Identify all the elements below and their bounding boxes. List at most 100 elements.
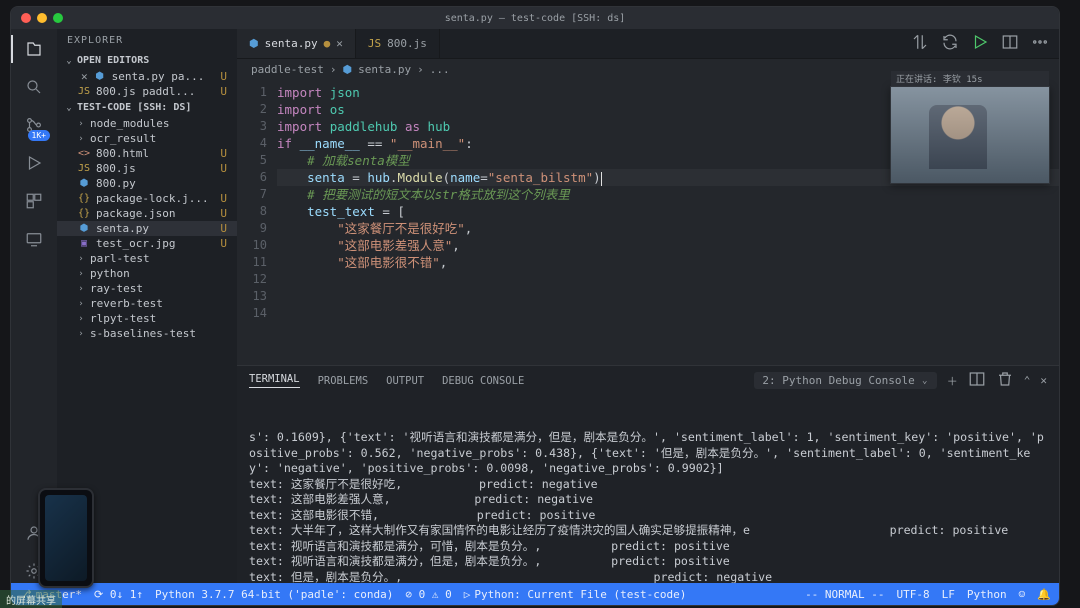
zoom-icon[interactable] — [53, 13, 63, 23]
git-status: U — [220, 147, 233, 160]
phone-overlay — [38, 488, 94, 588]
git-status: U — [220, 222, 233, 235]
file-label: python — [90, 267, 130, 280]
status-python[interactable]: Python 3.7.7 64-bit ('padle': conda) — [155, 588, 393, 601]
file-label: ray-test — [90, 282, 143, 295]
extensions-icon[interactable] — [22, 189, 46, 213]
git-status: U — [220, 237, 233, 250]
editor-tabbar: ⬢senta.py●✕JS800.js — [237, 29, 1059, 59]
git-status: U — [220, 207, 233, 220]
terminal-content[interactable]: s': 0.1609}, {'text': '视听语言和演技都是满分，但是，剧本… — [237, 395, 1059, 583]
file-item[interactable]: ▣test_ocr.jpgU — [57, 236, 237, 251]
more-icon[interactable] — [1031, 33, 1049, 54]
git-status: U — [220, 70, 233, 83]
run-debug-icon[interactable] — [22, 151, 46, 175]
tab-problems[interactable]: PROBLEMS — [318, 375, 369, 387]
file-label: s-baselines-test — [90, 327, 196, 340]
line-gutter: 1234567891011121314 — [237, 80, 277, 365]
git-status: U — [220, 85, 233, 98]
file-label: 800.js paddl... — [96, 85, 195, 98]
status-language[interactable]: Python — [967, 588, 1007, 601]
trash-icon[interactable] — [996, 370, 1014, 391]
status-bell-icon[interactable]: 🔔 — [1037, 588, 1051, 601]
explorer-icon[interactable] — [22, 37, 46, 61]
status-feedback-icon[interactable]: ☺ — [1019, 588, 1026, 601]
video-speaker-label: 正在讲话: 李钦 15s — [891, 71, 1049, 86]
tab-label: senta.py — [265, 37, 318, 50]
panel-tabs: TERMINAL PROBLEMS OUTPUT DEBUG CONSOLE 2… — [237, 366, 1059, 395]
tab-output[interactable]: OUTPUT — [386, 375, 424, 387]
workspace-section[interactable]: ⌄TEST-CODE [SSH: DS] — [57, 99, 237, 116]
terminal-selector[interactable]: 2: Python Debug Console⌄ — [754, 372, 936, 389]
terminal-output: s': 0.1609}, {'text': '视听语言和演技都是满分，但是，剧本… — [249, 430, 1047, 583]
close-icon[interactable]: ✕ — [81, 70, 88, 83]
status-eol[interactable]: LF — [942, 588, 955, 601]
status-problems[interactable]: ⊘ 0 ⚠ 0 — [405, 588, 451, 601]
open-editor-item[interactable]: JS800.js paddl...U — [57, 84, 237, 99]
file-label: senta.py pa... — [112, 70, 205, 83]
file-item[interactable]: {}package.jsonU — [57, 206, 237, 221]
status-encoding[interactable]: UTF-8 — [897, 588, 930, 601]
run-icon[interactable] — [971, 33, 989, 54]
status-vim-mode: -- NORMAL -- — [805, 588, 884, 601]
editor-actions — [901, 29, 1059, 58]
titlebar: senta.py — test-code [SSH: ds] — [11, 7, 1059, 29]
folder-item[interactable]: ›parl-test — [57, 251, 237, 266]
close-icon[interactable]: ✕ — [336, 37, 343, 50]
tab-label: 800.js — [387, 37, 427, 50]
new-terminal-icon[interactable]: ＋ — [947, 373, 958, 389]
folder-item[interactable]: ›python — [57, 266, 237, 281]
status-sync[interactable]: ⟳ 0↓ 1↑ — [94, 588, 143, 601]
file-item[interactable]: ⬢senta.pyU — [57, 221, 237, 236]
folder-item[interactable]: ›s-baselines-test — [57, 326, 237, 341]
folder-item[interactable]: ›ocr_result — [57, 131, 237, 146]
tab-terminal[interactable]: TERMINAL — [249, 373, 300, 388]
folder-item[interactable]: ›reverb-test — [57, 296, 237, 311]
editor-tab[interactable]: JS800.js — [356, 29, 440, 58]
scm-badge: 1K+ — [28, 130, 50, 141]
screen-share-indicator: 的屏幕共享 — [0, 590, 62, 608]
file-item[interactable]: ⬢800.py — [57, 176, 237, 191]
file-label: rlpyt-test — [90, 312, 156, 325]
split-terminal-icon[interactable] — [968, 370, 986, 391]
avatar — [929, 105, 987, 169]
file-label: package.json — [96, 207, 175, 220]
file-label: parl-test — [90, 252, 150, 265]
editor-tab[interactable]: ⬢senta.py●✕ — [237, 29, 356, 58]
search-icon[interactable] — [22, 75, 46, 99]
split-editor-icon[interactable] — [1001, 33, 1019, 54]
folder-item[interactable]: ›rlpyt-test — [57, 311, 237, 326]
remote-icon[interactable] — [22, 227, 46, 251]
source-control-icon[interactable]: 1K+ — [22, 113, 46, 137]
file-label: 800.js — [96, 162, 136, 175]
file-label: 800.py — [96, 177, 136, 190]
file-label: package-lock.j... — [96, 192, 209, 205]
open-editor-item[interactable]: ✕⬢senta.py pa...U — [57, 69, 237, 84]
tab-debug-console[interactable]: DEBUG CONSOLE — [442, 375, 524, 387]
video-call-thumbnail[interactable]: 正在讲话: 李钦 15s — [890, 86, 1050, 184]
folder-item[interactable]: ›ray-test — [57, 281, 237, 296]
status-debug-config[interactable]: ▷ Python: Current File (test-code) — [464, 588, 687, 601]
close-panel-icon[interactable]: ✕ — [1040, 374, 1047, 387]
file-item[interactable]: JS800.jsU — [57, 161, 237, 176]
git-status: U — [220, 162, 233, 175]
minimize-icon[interactable] — [37, 13, 47, 23]
maximize-panel-icon[interactable]: ⌃ — [1024, 374, 1031, 387]
compare-icon[interactable] — [911, 33, 929, 54]
bottom-panel: TERMINAL PROBLEMS OUTPUT DEBUG CONSOLE 2… — [237, 365, 1059, 583]
close-icon[interactable] — [21, 13, 31, 23]
sync-icon[interactable] — [941, 33, 959, 54]
git-status: U — [220, 192, 233, 205]
file-label: node_modules — [90, 117, 169, 130]
file-item[interactable]: <>800.htmlU — [57, 146, 237, 161]
file-label: test_ocr.jpg — [96, 237, 175, 250]
dirty-indicator: ● — [324, 37, 331, 50]
folder-item[interactable]: ›node_modules — [57, 116, 237, 131]
file-label: ocr_result — [90, 132, 156, 145]
file-item[interactable]: {}package-lock.j...U — [57, 191, 237, 206]
window-controls — [21, 13, 63, 23]
file-label: 800.html — [96, 147, 149, 160]
file-label: reverb-test — [90, 297, 163, 310]
window-title: senta.py — test-code [SSH: ds] — [11, 13, 1059, 24]
open-editors-section[interactable]: ⌄OPEN EDITORS — [57, 52, 237, 69]
